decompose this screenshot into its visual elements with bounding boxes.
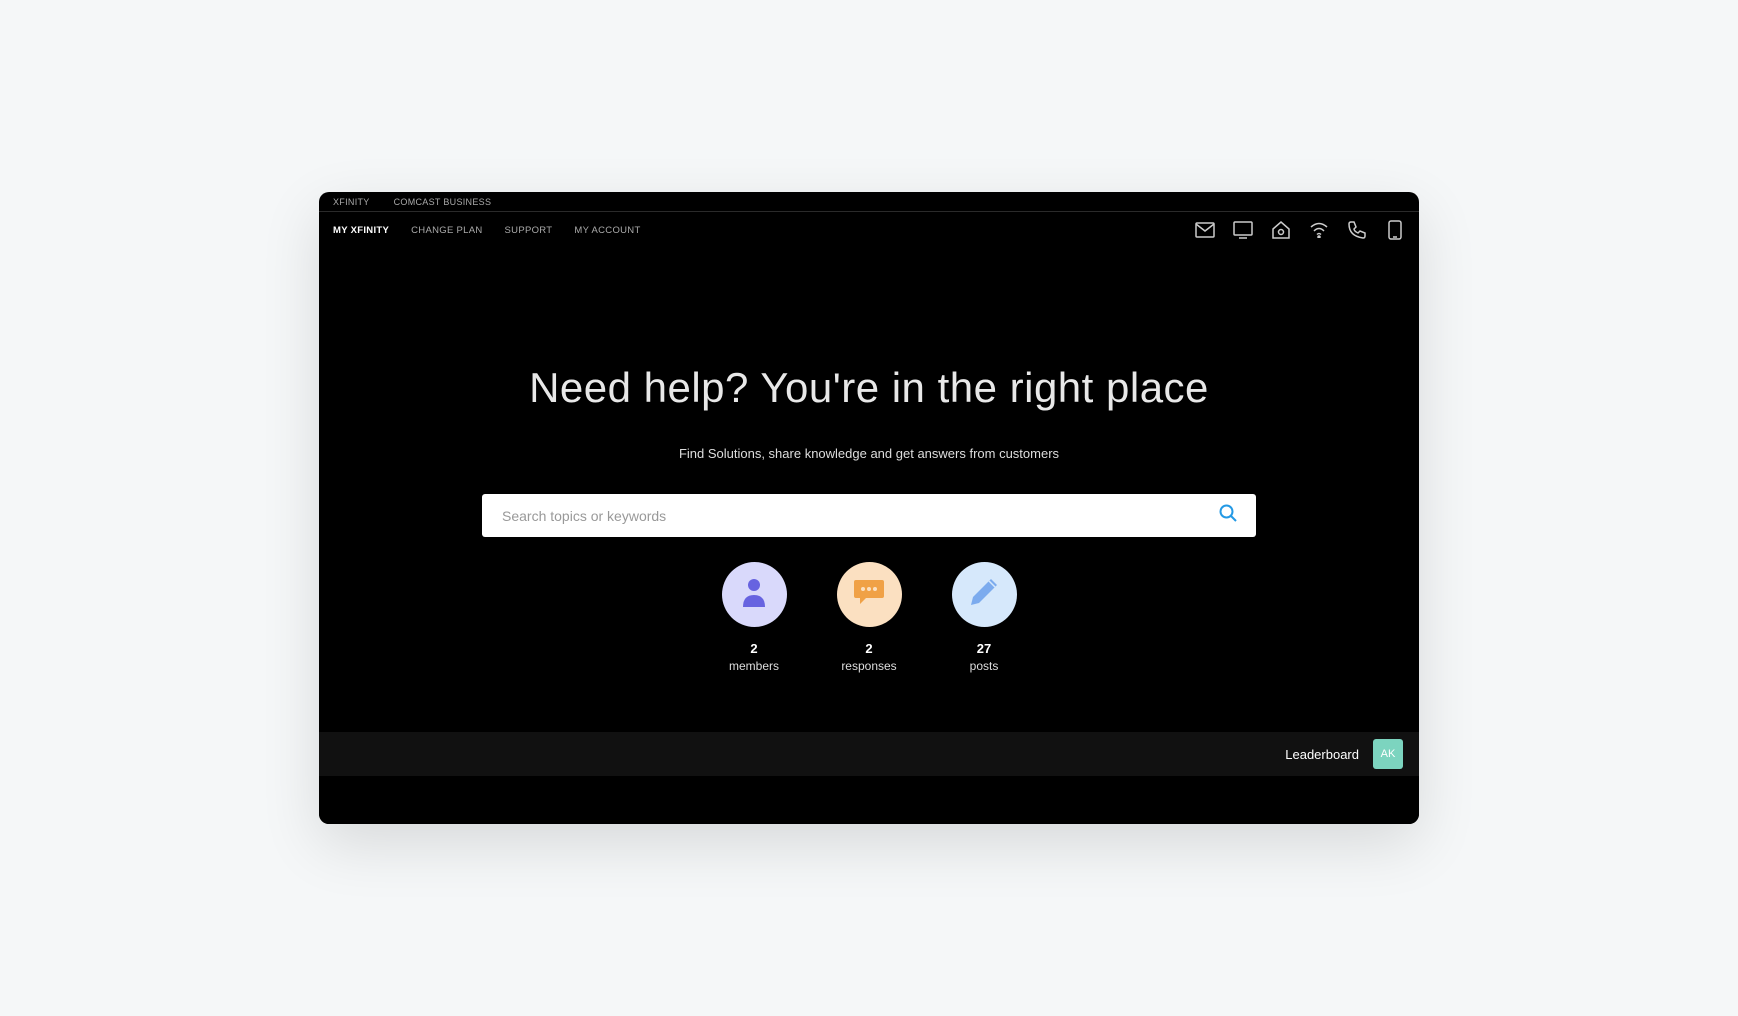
nav-support[interactable]: SUPPORT bbox=[505, 225, 553, 236]
mobile-icon[interactable] bbox=[1385, 220, 1405, 240]
responses-count: 2 bbox=[865, 641, 872, 656]
person-icon bbox=[740, 577, 768, 612]
top-link-xfinity[interactable]: XFINITY bbox=[333, 197, 370, 207]
nav-left: MY XFINITY CHANGE PLAN SUPPORT MY ACCOUN… bbox=[333, 225, 663, 236]
responses-circle bbox=[837, 562, 902, 627]
avatar-badge[interactable]: AK bbox=[1373, 739, 1403, 769]
wifi-icon[interactable] bbox=[1309, 220, 1329, 240]
bottom-bar: Leaderboard AK bbox=[319, 732, 1419, 776]
stat-posts: 27 posts bbox=[952, 562, 1017, 673]
members-label: members bbox=[729, 659, 779, 673]
pencil-icon bbox=[969, 577, 999, 612]
hero-subtitle: Find Solutions, share knowledge and get … bbox=[679, 446, 1059, 461]
home-icon[interactable] bbox=[1271, 220, 1291, 240]
members-count: 2 bbox=[750, 641, 757, 656]
search-container bbox=[482, 494, 1256, 537]
top-bar: XFINITY COMCAST BUSINESS bbox=[319, 192, 1419, 212]
posts-count: 27 bbox=[977, 641, 991, 656]
nav-right bbox=[1195, 220, 1405, 240]
tv-icon[interactable] bbox=[1233, 220, 1253, 240]
hero-section: Need help? You're in the right place Fin… bbox=[319, 248, 1419, 732]
nav-my-account[interactable]: MY ACCOUNT bbox=[574, 225, 640, 236]
stats-row: 2 members 2 responses bbox=[722, 562, 1017, 673]
posts-label: posts bbox=[970, 659, 999, 673]
app-window: XFINITY COMCAST BUSINESS MY XFINITY CHAN… bbox=[319, 192, 1419, 824]
responses-label: responses bbox=[841, 659, 896, 673]
search-input[interactable] bbox=[502, 508, 1216, 524]
stat-responses: 2 responses bbox=[837, 562, 902, 673]
members-circle bbox=[722, 562, 787, 627]
mail-icon[interactable] bbox=[1195, 220, 1215, 240]
footer-space bbox=[319, 776, 1419, 824]
nav-change-plan[interactable]: CHANGE PLAN bbox=[411, 225, 482, 236]
leaderboard-label[interactable]: Leaderboard bbox=[1285, 747, 1359, 762]
nav-bar: MY XFINITY CHANGE PLAN SUPPORT MY ACCOUN… bbox=[319, 212, 1419, 248]
chat-icon bbox=[854, 578, 884, 611]
search-icon bbox=[1219, 504, 1237, 527]
nav-my-xfinity[interactable]: MY XFINITY bbox=[333, 225, 389, 236]
search-button[interactable] bbox=[1216, 504, 1240, 528]
top-link-comcast-business[interactable]: COMCAST BUSINESS bbox=[394, 197, 492, 207]
hero-title: Need help? You're in the right place bbox=[529, 364, 1209, 412]
phone-icon[interactable] bbox=[1347, 220, 1367, 240]
posts-circle bbox=[952, 562, 1017, 627]
stat-members: 2 members bbox=[722, 562, 787, 673]
